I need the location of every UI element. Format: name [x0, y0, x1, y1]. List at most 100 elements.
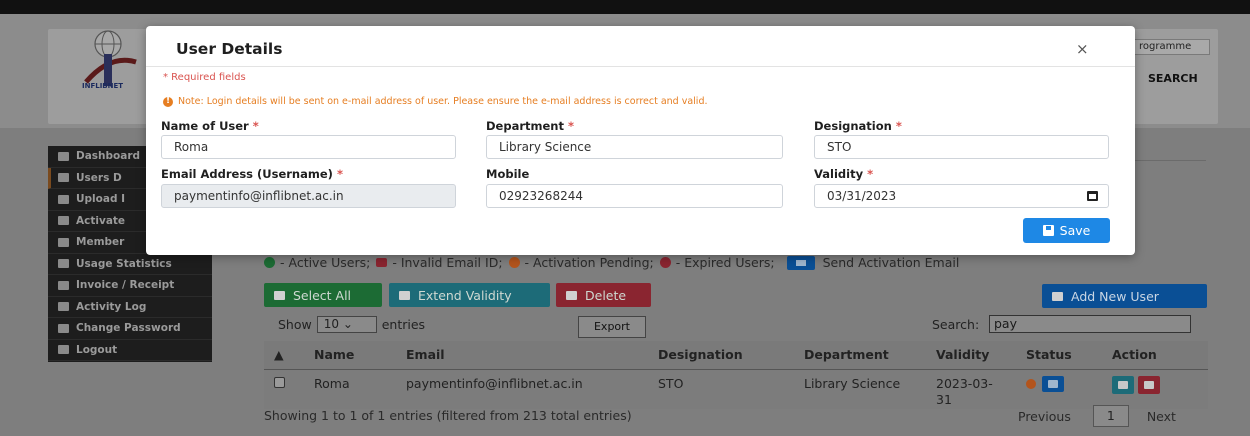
- column-header-status[interactable]: Status: [1016, 341, 1102, 370]
- required-star: *: [895, 119, 902, 133]
- pending-status-icon: [508, 257, 520, 268]
- modal-divider: [146, 66, 1135, 67]
- cell-status: [1016, 369, 1102, 409]
- logout-icon: [58, 345, 69, 355]
- sidebar-item-activity-log[interactable]: Activity Log: [48, 297, 212, 318]
- page-size-value: 10: [323, 317, 340, 331]
- save-button[interactable]: Save: [1023, 218, 1110, 243]
- column-header-name[interactable]: Name: [304, 341, 396, 370]
- edit-user-button[interactable]: [1112, 375, 1134, 394]
- pagination: Previous 1 Next: [1018, 405, 1176, 427]
- designation-field[interactable]: STO: [814, 135, 1109, 159]
- sidebar-item-label: Dashboard: [76, 150, 141, 163]
- row-checkbox-cell: [264, 369, 304, 409]
- cell-email: paymentinfo@inflibnet.ac.in: [396, 369, 648, 409]
- mobile-field[interactable]: 02923268244: [486, 184, 783, 208]
- page-size-control: Show 10 ⌄ entries: [278, 316, 425, 333]
- invoice-icon: [58, 280, 69, 290]
- table-header-row: ▲ Name Email Designation Department Vali…: [264, 341, 1208, 370]
- required-star: *: [336, 167, 343, 181]
- cell-department: Library Science: [794, 369, 926, 409]
- plus-icon: [399, 290, 410, 300]
- designation-label-text: Designation: [814, 119, 892, 133]
- sidebar-item-logout[interactable]: Logout: [48, 340, 212, 361]
- select-column-header[interactable]: ▲: [264, 341, 304, 370]
- column-header-department[interactable]: Department: [794, 341, 926, 370]
- column-header-email[interactable]: Email: [396, 341, 648, 370]
- validity-date-value: 03/31/2023: [827, 189, 897, 203]
- row-checkbox[interactable]: [274, 376, 285, 388]
- trash-icon: [566, 290, 577, 300]
- validity-label-text: Validity: [814, 167, 864, 181]
- sidebar-item-label: Users D: [76, 171, 122, 184]
- sidebar-item-label: Activity Log: [76, 300, 147, 313]
- validity-date-field[interactable]: 03/31/2023: [814, 184, 1109, 208]
- required-fields-note: * Required fields: [163, 72, 246, 83]
- upload-icon: [58, 194, 69, 204]
- column-header-designation[interactable]: Designation: [648, 341, 794, 370]
- delete-button[interactable]: Delete: [556, 283, 651, 307]
- sidebar-item-usage-statistics[interactable]: Usage Statistics: [48, 254, 212, 275]
- email-label: Email Address (Username) *: [161, 167, 343, 181]
- required-star: *: [252, 119, 259, 133]
- sidebar-item-invoice[interactable]: Invoice / Receipt: [48, 275, 212, 297]
- top-dark-bar: [0, 0, 1250, 14]
- previous-page-button[interactable]: Previous: [1018, 409, 1071, 424]
- legend-invalid: - Invalid Email ID;: [392, 255, 503, 270]
- export-button[interactable]: Export: [578, 316, 646, 338]
- column-header-validity[interactable]: Validity: [926, 341, 1016, 370]
- select-all-button[interactable]: Select All: [264, 283, 382, 307]
- search-link[interactable]: SEARCH: [1148, 72, 1198, 85]
- email-label-text: Email Address (Username): [161, 167, 333, 181]
- modal-title: User Details: [176, 40, 283, 58]
- sidebar-item-label: Invoice / Receipt: [76, 279, 175, 292]
- table-row: Roma paymentinfo@inflibnet.ac.in STO Lib…: [264, 369, 1208, 409]
- sidebar-item-change-password[interactable]: Change Password: [48, 318, 212, 340]
- invalid-email-icon: [376, 258, 388, 267]
- status-legend: - Active Users; - Invalid Email ID; - Ac…: [264, 255, 1164, 270]
- calendar-icon[interactable]: [1087, 191, 1098, 201]
- department-field[interactable]: Library Science: [486, 135, 783, 159]
- required-star: *: [867, 167, 874, 181]
- sidebar-item-label: Usage Statistics: [76, 257, 172, 270]
- legend-active: - Active Users;: [280, 255, 371, 270]
- search-input[interactable]: pay: [989, 315, 1191, 333]
- programme-select[interactable]: rogramme: [1132, 39, 1210, 55]
- delete-user-button[interactable]: [1138, 375, 1160, 394]
- column-header-action[interactable]: Action: [1102, 341, 1208, 370]
- cell-validity: 2023-03-31: [926, 369, 1016, 409]
- show-label: Show: [278, 317, 312, 332]
- mobile-label: Mobile: [486, 167, 530, 181]
- member-icon: [58, 237, 69, 247]
- department-label-text: Department: [486, 119, 564, 133]
- page-button-1[interactable]: 1: [1092, 405, 1129, 427]
- cell-name: Roma: [304, 369, 396, 409]
- name-of-user-field[interactable]: Roma: [161, 135, 456, 159]
- page-size-select[interactable]: 10 ⌄: [316, 316, 377, 333]
- cell-action: [1102, 369, 1208, 409]
- sidebar-item-label: Upload I: [76, 193, 126, 206]
- required-star: *: [568, 119, 575, 133]
- active-status-icon: [264, 257, 275, 268]
- email-field: paymentinfo@inflibnet.ac.in: [161, 184, 456, 208]
- sidebar-item-label: Member: [76, 236, 125, 249]
- user-details-modal: User Details × * Required fields Note: L…: [146, 26, 1135, 255]
- warning-icon: [163, 96, 173, 107]
- extend-validity-button[interactable]: Extend Validity: [389, 283, 550, 307]
- send-activation-button[interactable]: [1042, 376, 1064, 392]
- add-new-user-button[interactable]: Add New User: [1042, 284, 1207, 308]
- add-new-user-label: Add New User: [1071, 288, 1159, 304]
- cell-designation: STO: [648, 369, 794, 409]
- next-page-button[interactable]: Next: [1147, 409, 1176, 424]
- save-label: Save: [1059, 223, 1091, 238]
- legend-send: Send Activation Email: [822, 255, 960, 270]
- activate-icon: [58, 216, 69, 226]
- key-icon: [58, 323, 69, 333]
- checkbox-icon: [274, 290, 285, 300]
- add-user-icon: [1052, 291, 1063, 301]
- send-email-icon: [786, 255, 815, 270]
- close-icon[interactable]: ×: [1076, 42, 1089, 57]
- department-label: Department *: [486, 119, 574, 133]
- sidebar-item-label: Logout: [76, 343, 118, 356]
- search-label: Search:: [932, 317, 980, 332]
